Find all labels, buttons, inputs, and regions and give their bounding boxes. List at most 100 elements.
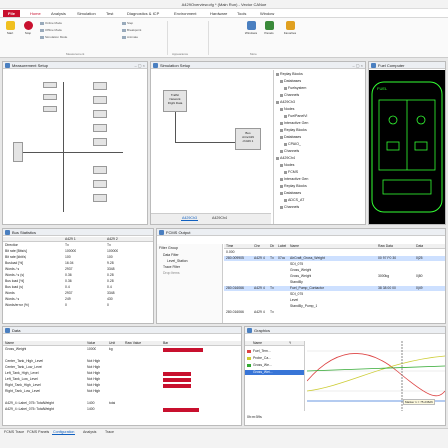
window-block[interactable] [93,110,107,118]
graphics-title: Graphics [245,327,445,334]
table-cell: A429 4 [254,286,265,290]
series-probe [306,355,445,392]
signal-row[interactable]: Gross_We... [245,363,304,368]
table-cell: Tx [270,256,274,260]
ribbon-online-mode[interactable]: Online Mode [40,21,62,25]
tab-environment[interactable]: Environment [174,11,196,16]
table-cell: 1400 [87,407,95,411]
signal-row[interactable]: Gross_Wei... [245,370,304,375]
fcms-trace-grid: Time Chn Dir Label Name Raw Data Data 0.000 280.… [224,244,445,323]
tab-a429ch3[interactable]: A429Ch3 [181,216,198,221]
ribbon-simulation-mode[interactable]: Simulation Mode [40,35,67,39]
tree-item[interactable]: Channels [280,149,299,153]
table-cell: Bus load [%] [5,279,25,283]
tree-item[interactable]: Interactive Gen [280,177,308,181]
title-bar: A429Overview.cfg * (Main Run) - Vector C… [0,0,448,9]
bus-node[interactable]: Bus Arinc429 ch429 1 [235,128,261,150]
tab-tools[interactable]: Tools [237,11,246,16]
filter-data[interactable]: Data Filter [163,253,179,257]
table-cell: Left_Tank_High_Level [5,371,39,375]
signal-row[interactable]: Fuel_Tem... [245,349,304,354]
graph-area[interactable]: Marker 1 = 75.23626 [306,341,445,411]
stop-button[interactable]: Stop [20,21,36,35]
window-block[interactable] [93,194,107,202]
file-menu-button[interactable]: File [3,10,20,17]
tree-item[interactable]: Replay Blocks [276,72,303,76]
simulation-tree: Replay Blocks Databases Fuelsystem Channels… [273,70,365,224]
tree-item[interactable]: FCMS [284,170,298,174]
table-cell: Level [290,298,299,302]
tab-test[interactable]: Test [106,11,113,16]
filter-level-station[interactable]: Level_Station [167,259,188,263]
tree-item[interactable]: A429Ch3 [276,100,295,104]
tab-analysis-bottom[interactable]: Analysis [82,430,97,434]
panel-controls[interactable]: – ▢ × [352,62,363,69]
ribbon-offline-mode[interactable]: Offline Mode [40,28,62,32]
window-block[interactable] [93,124,107,132]
table-cell: 0.28 [107,279,114,283]
signal-name: Gross_Wei... [253,370,273,374]
ribbon-animate[interactable]: Animate [122,35,138,39]
tab-analysis[interactable]: Analysis [51,11,66,16]
signal-row[interactable]: Probe_Ca... [245,356,304,361]
tree-item[interactable]: Fuelsystem [284,86,306,90]
tree-item[interactable]: Databases [280,135,301,139]
tab-hardware[interactable]: Hardware [210,11,227,16]
favorites-button[interactable]: Favorites [282,21,298,35]
window-block[interactable] [93,180,107,188]
analysis-block[interactable] [43,82,57,88]
tree-item[interactable]: Databases [280,79,301,83]
tab-window[interactable]: Window [260,11,274,16]
traffic-node[interactable]: Traffic Network Flight Data [163,90,187,112]
tree-item[interactable]: Replay Blocks [280,128,307,132]
table-row: Left_Tank_Low_Level Not High [3,377,241,382]
tree-item[interactable]: Nodes [280,163,294,167]
table-cell: Tx [65,243,69,247]
table-cell: A429 2 [107,237,118,241]
panels-button[interactable]: Panels [261,21,277,35]
tree-item[interactable]: Channels [280,93,299,97]
tab-fcms-trace[interactable]: FCMS Trace [3,430,25,434]
tree-item[interactable]: Channels [280,205,299,209]
filter-drop-items[interactable]: Drop Items [163,271,180,275]
data-title: Data [3,327,241,334]
tab-a429ch4[interactable]: A429Ch4 [211,216,228,220]
tree-node-icon [280,184,283,188]
start-button[interactable]: Start [2,21,18,35]
ribbon-separator [167,21,168,55]
panel-controls[interactable]: – ▢ × [134,62,145,69]
tab-simulation[interactable]: Simulation [77,11,96,16]
window-block[interactable] [93,82,107,90]
tree-item[interactable]: ADCS_AT [284,198,304,202]
tab-configuration[interactable]: Configuration [52,430,76,435]
ribbon-breakpoint[interactable]: Breakpoint [122,28,141,32]
window-block[interactable] [93,138,107,146]
filter-pane: Filter Group Data Filter Level_Station T… [157,244,223,323]
tree-item-label: FuelPanelVi [288,114,308,118]
window-block[interactable] [93,166,107,174]
tree-item[interactable]: Interactive Gen [280,121,308,125]
tree-item[interactable]: FuelPanelVi [284,114,307,118]
windows-button[interactable]: Windows [243,21,259,35]
filter-trace[interactable]: Trace Filter [163,265,180,269]
analysis-block[interactable] [43,106,57,112]
tree-item[interactable]: A429Ch4 [276,156,295,160]
table-row: Left_Tank_High_Level Not High [3,371,241,376]
tab-diagnostics[interactable]: Diagnostics & ICP [127,11,159,16]
table-cell: Right_Tank_High_Level [5,383,41,387]
tree-item[interactable]: Replay Blocks [280,184,307,188]
ribbon-step[interactable]: Step [122,21,133,25]
tab-trace-bottom[interactable]: Trace [104,430,115,434]
tree-item[interactable]: Nodes [280,107,294,111]
source-block[interactable] [13,142,23,162]
tab-home[interactable]: Home [30,11,41,16]
table-row: Center_Tank_Low_Level Not High [3,365,241,370]
tree-item[interactable]: CPAIO_ [284,142,301,146]
tab-fcms-panels[interactable]: FCMS Panels [26,430,50,434]
window-block[interactable] [93,96,107,104]
table-cell: 0.28 [107,273,114,277]
tree-item[interactable]: Databases [280,191,301,195]
table-cell: 100000 [65,249,77,253]
tree-item-label: Replay Blocks [284,184,307,188]
analysis-block[interactable] [43,94,57,100]
